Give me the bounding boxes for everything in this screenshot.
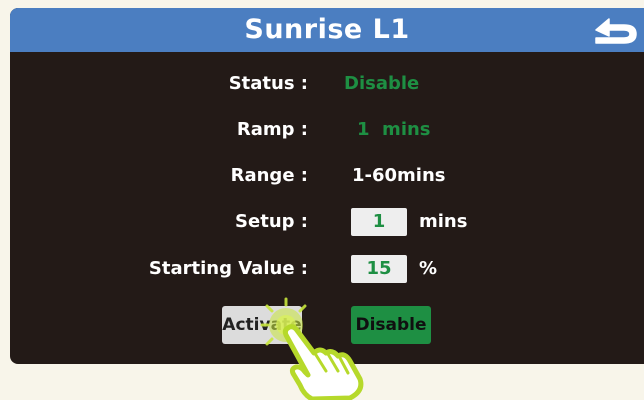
ramp-label: Ramp :: [236, 119, 308, 140]
starting-value-unit: %: [419, 258, 438, 279]
page-title: Sunrise L1: [244, 14, 410, 45]
starting-value-row: Starting Value : 15 %: [10, 255, 644, 283]
setup-unit: mins: [419, 211, 468, 232]
status-label: Status :: [228, 73, 308, 94]
setup-label: Setup :: [235, 211, 308, 232]
ramp-row: Ramp : 1 mins: [10, 116, 644, 144]
status-row: Status : Disable: [10, 70, 644, 98]
activate-button[interactable]: Activate: [222, 306, 302, 344]
status-value: Disable: [344, 73, 420, 94]
setup-input[interactable]: 1: [351, 208, 407, 236]
disable-button[interactable]: Disable: [351, 306, 431, 344]
starting-value-input[interactable]: 15: [351, 255, 407, 283]
settings-panel: Sunrise L1 Status : Disable Ramp : 1 min…: [10, 8, 644, 364]
range-value: 1-60mins: [352, 165, 446, 186]
back-button[interactable]: [582, 12, 642, 48]
title-bar: Sunrise L1: [10, 8, 644, 52]
starting-value-label: Starting Value :: [148, 258, 308, 279]
range-row: Range : 1-60mins: [10, 162, 644, 190]
setup-row: Setup : 1 mins: [10, 208, 644, 236]
range-label: Range :: [230, 165, 308, 186]
ramp-value: 1 mins: [357, 119, 431, 140]
return-arrow-icon: [595, 18, 637, 44]
